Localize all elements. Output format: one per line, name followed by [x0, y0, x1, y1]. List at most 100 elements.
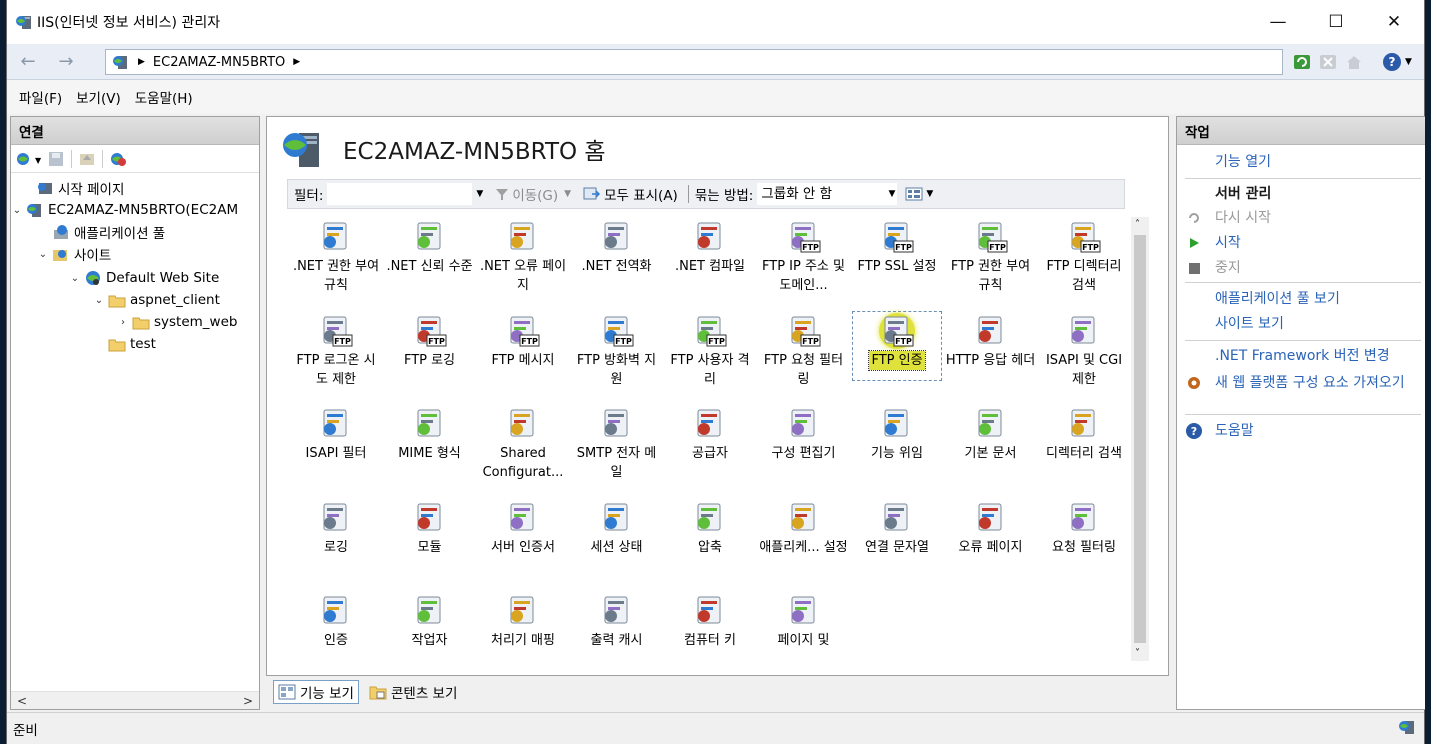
feature-item[interactable]: 연결 문자열	[852, 496, 942, 584]
feature-icon: FTP	[505, 313, 541, 349]
page-header: EC2AMAZ-MN5BRTO 홈	[281, 129, 606, 169]
feature-item[interactable]: Shared Configurat...	[478, 402, 568, 490]
tab-content-view[interactable]: 콘텐츠 보기	[365, 680, 461, 704]
feature-item[interactable]: FTP FTP 요청 필터링	[759, 309, 849, 397]
feature-item[interactable]: FTP FTP 방화벽 지원	[572, 309, 662, 397]
feature-item[interactable]: HTTP 응답 헤더	[946, 309, 1036, 397]
tree-item-system-web[interactable]: › system_web	[117, 311, 237, 333]
close-button[interactable]: ✕	[1365, 0, 1423, 44]
show-all-button[interactable]: 모두 표시(A)	[583, 184, 678, 204]
scroll-left-icon[interactable]: <	[17, 694, 27, 708]
tab-features-view[interactable]: 기능 보기	[273, 680, 359, 704]
feature-item[interactable]: 공급자	[665, 402, 755, 490]
feature-item[interactable]: 처리기 매핑	[478, 589, 568, 665]
feature-item[interactable]: FTP FTP 메시지	[478, 309, 568, 397]
feature-item[interactable]: MIME 형식	[385, 402, 475, 490]
feature-item[interactable]: FTP FTP IP 주소 및 도메인...	[759, 215, 849, 303]
forward-arrow-icon[interactable]: →	[53, 51, 79, 73]
minimize-button[interactable]: —	[1249, 0, 1307, 44]
help-dropdown-icon[interactable]: ? ▼	[1377, 51, 1417, 73]
disconnect-icon[interactable]	[109, 151, 127, 167]
feature-item[interactable]: FTP FTP 디렉터리 검색	[1039, 215, 1129, 303]
feature-item[interactable]: 모듈	[385, 496, 475, 584]
web-platform-link[interactable]: 새 웹 플랫폼 구성 요소 가져오기	[1185, 374, 1421, 392]
connect-icon[interactable]: ▼	[15, 151, 41, 167]
breadcrumb-server[interactable]: EC2AMAZ-MN5BRTO	[153, 55, 285, 70]
scroll-down-icon[interactable]: ˅	[1135, 648, 1140, 659]
feature-item[interactable]: .NET 전역화	[572, 215, 662, 303]
menu-view[interactable]: 보기(V)	[76, 87, 121, 107]
scroll-thumb[interactable]	[1134, 235, 1146, 643]
start-link[interactable]: 시작	[1185, 234, 1421, 252]
tree-item-default-web-site[interactable]: ⌄ Default Web Site	[69, 267, 219, 289]
feature-item-selected[interactable]: FTP FTP 인증	[852, 309, 942, 397]
collapse-chevron-icon[interactable]: ⌄	[69, 273, 81, 284]
feature-item[interactable]: FTP FTP SSL 설정	[852, 215, 942, 303]
feature-item[interactable]: 오류 페이지	[946, 496, 1036, 584]
feature-icon: FTP	[786, 313, 822, 349]
feature-item[interactable]: 구성 편집기	[759, 402, 849, 490]
collapse-chevron-icon[interactable]: ⌄	[11, 205, 23, 216]
feature-item[interactable]: FTP FTP 사용자 격리	[665, 309, 755, 397]
address-bar[interactable]: ▶ EC2AMAZ-MN5BRTO ▶	[105, 49, 1283, 75]
help-link[interactable]: ? 도움말	[1185, 422, 1421, 440]
collapse-chevron-icon[interactable]: ⌄	[37, 249, 49, 260]
menu-help[interactable]: 도움말(H)	[135, 87, 193, 107]
tree-item-server[interactable]: ⌄ EC2AMAZ-MN5BRTO(EC2AM	[11, 199, 238, 221]
maximize-button[interactable]: ☐	[1307, 0, 1365, 44]
expand-chevron-icon[interactable]: ›	[117, 317, 129, 328]
feature-icon: FTP	[318, 313, 354, 349]
feature-item[interactable]: 디렉터리 검색	[1039, 402, 1129, 490]
breadcrumb-separator-icon[interactable]: ▶	[293, 57, 300, 67]
feature-item[interactable]: 세션 상태	[572, 496, 662, 584]
scroll-right-icon[interactable]: >	[243, 694, 253, 708]
feature-label: FTP 권한 부여 규칙	[950, 259, 1031, 293]
tree-item-app-pools[interactable]: 애플리케이션 풀	[37, 221, 165, 243]
scroll-up-icon[interactable]: ˄	[1135, 219, 1140, 230]
filter-input[interactable]	[327, 183, 473, 205]
tree-item-test[interactable]: test	[93, 333, 156, 355]
feature-item[interactable]: 로깅	[291, 496, 381, 584]
feature-item[interactable]: 인증	[291, 589, 381, 665]
feature-icon: FTP	[692, 313, 728, 349]
feature-item[interactable]: SMTP 전자 메일	[572, 402, 662, 490]
tree-item-start-page[interactable]: 시작 페이지	[21, 177, 124, 199]
feature-item[interactable]: 애플리케... 설정	[759, 496, 849, 584]
view-sites-link[interactable]: 사이트 보기	[1185, 315, 1421, 333]
feature-item[interactable]: 컴퓨터 키	[665, 589, 755, 665]
feature-item[interactable]: .NET 권한 부여 규칙	[291, 215, 381, 303]
refresh-icon[interactable]	[1291, 51, 1313, 73]
back-arrow-icon[interactable]: ←	[15, 51, 41, 73]
features-vertical-scrollbar[interactable]: ˄ ˅	[1131, 217, 1149, 661]
feature-item[interactable]: 페이지 및	[759, 589, 849, 665]
feature-item[interactable]: FTP FTP 권한 부여 규칙	[946, 215, 1036, 303]
feature-item[interactable]: .NET 컴파일	[665, 215, 755, 303]
feature-item[interactable]: 작업자	[385, 589, 475, 665]
open-feature-link[interactable]: 기능 열기	[1185, 153, 1421, 171]
feature-label: Shared Configurat...	[482, 446, 564, 480]
view-mode-button[interactable]: ▼	[905, 187, 933, 201]
feature-label: FTP 디렉터리 검색	[1046, 259, 1122, 293]
feature-label: .NET 오류 페이지	[479, 259, 567, 293]
feature-item[interactable]: ISAPI 필터	[291, 402, 381, 490]
tree-item-sites[interactable]: ⌄ 사이트	[37, 243, 111, 265]
feature-item[interactable]: 출력 캐시	[572, 589, 662, 665]
feature-item[interactable]: FTP FTP 로그온 시도 제한	[291, 309, 381, 397]
view-app-pools-link[interactable]: 애플리케이션 풀 보기	[1185, 290, 1421, 308]
tree-item-aspnet-client[interactable]: ⌄ aspnet_client	[93, 289, 220, 311]
feature-item[interactable]: 서버 인증서	[478, 496, 568, 584]
feature-item[interactable]: .NET 신뢰 수준	[385, 215, 475, 303]
filter-dropdown-icon[interactable]: ▼	[476, 189, 483, 199]
change-net-version-link[interactable]: .NET Framework 버전 변경	[1185, 347, 1421, 365]
group-by-select[interactable]: 그룹화 안 함 ▼	[757, 183, 898, 205]
feature-item[interactable]: FTP FTP 로깅	[385, 309, 475, 397]
feature-item[interactable]: 기능 위임	[852, 402, 942, 490]
connections-horizontal-scrollbar[interactable]: < >	[11, 691, 259, 709]
feature-item[interactable]: 기본 문서	[946, 402, 1036, 490]
menu-file[interactable]: 파일(F)	[19, 87, 62, 107]
feature-item[interactable]: .NET 오류 페이지	[478, 215, 568, 303]
feature-item[interactable]: 요청 필터링	[1039, 496, 1129, 584]
feature-item[interactable]: 압축	[665, 496, 755, 584]
feature-item[interactable]: ISAPI 및 CGI 제한	[1039, 309, 1129, 397]
collapse-chevron-icon[interactable]: ⌄	[93, 295, 105, 306]
